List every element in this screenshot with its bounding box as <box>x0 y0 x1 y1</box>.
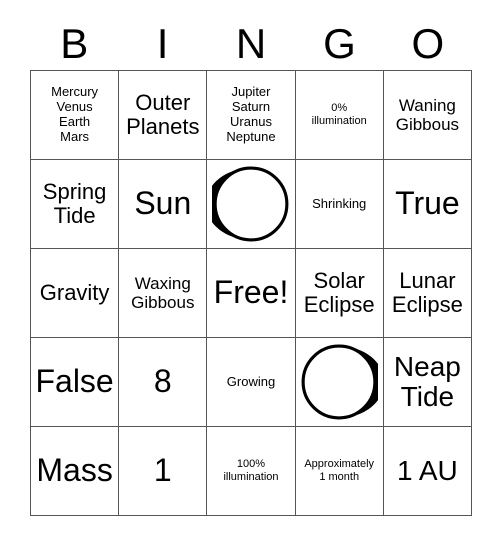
bingo-cell-label: Outer Planets <box>126 89 200 139</box>
bingo-cell-label: Jupiter Saturn Uranus Neptune <box>226 84 276 144</box>
bingo-cell-eight[interactable]: 8 <box>119 338 208 427</box>
bingo-cell-free-space[interactable]: Free! <box>207 249 296 338</box>
bingo-cell-false[interactable]: False <box>31 338 120 427</box>
bingo-cell-true[interactable]: True <box>383 160 472 249</box>
bingo-cell-outer-planets[interactable]: Outer Planets <box>119 71 208 160</box>
bingo-cell-label: 100% illumination <box>223 458 279 483</box>
bingo-cell-one-au[interactable]: 1 AU <box>383 427 472 516</box>
bingo-header-letter-o: O <box>411 20 445 67</box>
bingo-cell-label: Sun <box>134 185 192 222</box>
bingo-cell-label: 1 AU <box>397 454 458 486</box>
bingo-cell-label: Gravity <box>39 279 110 305</box>
bingo-header-letter-g: G <box>323 20 356 67</box>
bingo-cell-shrinking[interactable]: Shrinking <box>295 160 384 249</box>
bingo-cell-one[interactable]: 1 <box>119 427 208 516</box>
waning-crescent-icon <box>209 161 292 247</box>
bingo-cell-waxing-crescent-moon-image[interactable] <box>295 338 384 427</box>
bingo-cell-label: Mercury Venus Earth Mars <box>51 84 99 144</box>
bingo-cell-neap-tide[interactable]: Neap Tide <box>383 338 472 427</box>
bingo-cell-gravity[interactable]: Gravity <box>31 249 120 338</box>
bingo-cell-label: Shrinking <box>312 195 367 211</box>
bingo-cell-outer-planet-names[interactable]: Jupiter Saturn Uranus Neptune <box>207 71 296 160</box>
bingo-cell-waxing-gibbous[interactable]: Waxing Gibbous <box>119 249 208 338</box>
bingo-cell-label: Approximately 1 month <box>304 458 375 483</box>
bingo-cell-label: Lunar Eclipse <box>391 267 463 317</box>
bingo-cell-label: Spring Tide <box>42 178 107 228</box>
bingo-header: BINGO <box>30 18 472 70</box>
bingo-cell-label: False <box>35 363 114 400</box>
bingo-cell-lunar-eclipse[interactable]: Lunar Eclipse <box>383 249 472 338</box>
bingo-cell-approximately-one-month[interactable]: Approximately 1 month <box>295 427 384 516</box>
bingo-cell-spring-tide[interactable]: Spring Tide <box>31 160 120 249</box>
waxing-crescent-icon <box>298 339 381 425</box>
bingo-cell-sun[interactable]: Sun <box>119 160 208 249</box>
bingo-cell-label: Waxing Gibbous <box>131 273 195 312</box>
bingo-cell-label: 0% illumination <box>311 102 367 127</box>
bingo-cell-label: 8 <box>153 363 172 400</box>
bingo-cell-label: Solar Eclipse <box>303 267 375 317</box>
bingo-header-letter-n: N <box>235 20 267 67</box>
bingo-cell-label: Free! <box>213 274 289 311</box>
bingo-cell-waning-gibbous[interactable]: Waning Gibbous <box>383 71 472 160</box>
bingo-cell-waning-crescent-moon-image[interactable] <box>207 160 296 249</box>
bingo-cell-label: Neap Tide <box>393 350 461 412</box>
bingo-cell-label: Mass <box>36 452 113 489</box>
bingo-cell-growing[interactable]: Growing <box>207 338 296 427</box>
bingo-header-letter-i: I <box>156 20 169 67</box>
bingo-cell-label: True <box>395 185 460 222</box>
bingo-cell-inner-planets[interactable]: Mercury Venus Earth Mars <box>31 71 120 160</box>
bingo-cell-label: Waning Gibbous <box>395 95 460 134</box>
bingo-cell-mass[interactable]: Mass <box>31 427 120 516</box>
bingo-cell-full-illumination[interactable]: 100% illumination <box>207 427 296 516</box>
bingo-card: B I N G O Mercury Venus Earth Mars Outer Plan… <box>0 0 500 544</box>
bingo-cell-zero-percent-illumination[interactable]: 0% illumination <box>295 71 384 160</box>
bingo-cell-label: 1 <box>153 452 172 489</box>
bingo-grid: Mercury Venus Earth Mars Outer Planets Jup… <box>30 70 472 516</box>
bingo-cell-label: Growing <box>226 373 276 389</box>
bingo-cell-solar-eclipse[interactable]: Solar Eclipse <box>295 249 384 338</box>
bingo-header-letter-b: B <box>60 20 89 67</box>
